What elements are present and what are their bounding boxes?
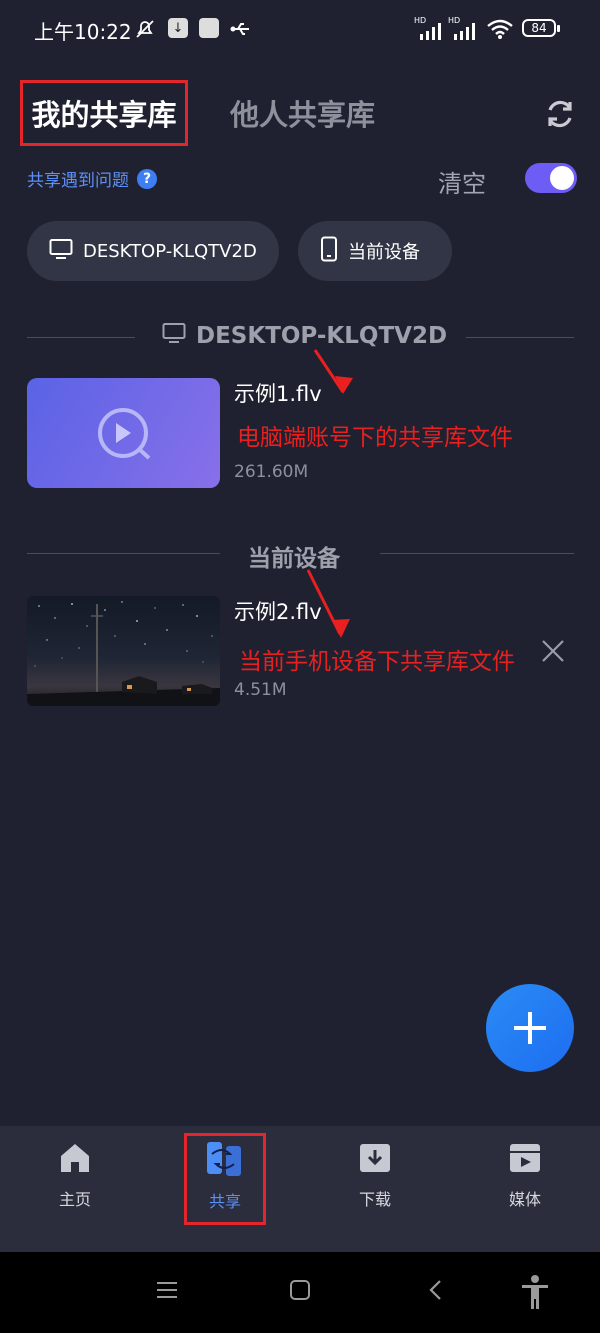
close-icon[interactable] bbox=[538, 636, 568, 666]
refresh-icon[interactable] bbox=[540, 94, 580, 134]
back-icon[interactable] bbox=[428, 1278, 444, 1308]
video-thumbnail-1[interactable] bbox=[27, 378, 220, 488]
section-title-desktop-label: DESKTOP-KLQTV2D bbox=[196, 323, 448, 349]
accessibility-icon[interactable] bbox=[520, 1274, 550, 1317]
tab-my-shared-library[interactable]: 我的共享库 bbox=[20, 80, 188, 146]
device-chip-current[interactable]: 当前设备 bbox=[298, 221, 452, 281]
status-bar: 上午10:22 ↓ HD HD 84 bbox=[0, 0, 600, 60]
annotation-text: 当前手机设备下共享库文件 bbox=[239, 649, 515, 675]
annotation-arrow bbox=[298, 568, 358, 648]
nav-label-home: 主页 bbox=[58, 1190, 91, 1209]
help-link-label: 共享遇到问题 bbox=[27, 171, 129, 191]
mute-icon bbox=[134, 18, 156, 40]
plus-icon bbox=[514, 1012, 546, 1044]
clear-label: 清空 bbox=[438, 170, 486, 198]
nav-label-media: 媒体 bbox=[508, 1190, 541, 1209]
nav-item-share[interactable]: 共享 bbox=[175, 1140, 275, 1212]
nav-label-share: 共享 bbox=[208, 1192, 241, 1211]
media-icon bbox=[507, 1140, 543, 1180]
app-notification-icon bbox=[199, 18, 219, 38]
file-size: 261.60M bbox=[234, 462, 309, 482]
nav-item-media[interactable]: 媒体 bbox=[475, 1140, 575, 1210]
wifi-icon bbox=[486, 18, 514, 44]
device-chip-desktop-label: DESKTOP-KLQTV2D bbox=[83, 240, 257, 262]
signal-icon-1 bbox=[418, 22, 444, 44]
signal-icon-2 bbox=[452, 22, 478, 44]
help-link[interactable]: 共享遇到问题 ? bbox=[27, 166, 157, 191]
video-thumbnail-2[interactable] bbox=[27, 596, 220, 706]
menu-icon[interactable] bbox=[156, 1278, 178, 1308]
monitor-icon bbox=[162, 322, 186, 350]
home-square-icon[interactable] bbox=[289, 1278, 311, 1308]
usb-icon bbox=[229, 18, 251, 40]
file-size: 4.51M bbox=[234, 680, 287, 700]
download-notification-icon: ↓ bbox=[168, 18, 188, 38]
help-icon: ? bbox=[137, 168, 157, 189]
tab-others-shared-library[interactable]: 他人共享库 bbox=[230, 92, 375, 134]
phone-icon bbox=[320, 236, 338, 267]
section-title-desktop: DESKTOP-KLQTV2D bbox=[162, 322, 447, 350]
battery-indicator: 84 bbox=[522, 19, 560, 37]
divider bbox=[27, 337, 135, 338]
share-icon bbox=[204, 1140, 246, 1182]
download-icon bbox=[357, 1140, 393, 1180]
home-icon bbox=[57, 1140, 93, 1180]
divider bbox=[27, 553, 220, 554]
annotation-arrow bbox=[305, 348, 365, 404]
monitor-icon bbox=[49, 238, 73, 265]
divider bbox=[466, 337, 574, 338]
device-chip-current-label: 当前设备 bbox=[348, 242, 420, 263]
toggle-knob bbox=[550, 166, 574, 190]
nav-item-home[interactable]: 主页 bbox=[25, 1140, 125, 1210]
add-button[interactable] bbox=[486, 984, 574, 1072]
divider bbox=[380, 553, 574, 554]
nav-item-download[interactable]: 下载 bbox=[325, 1140, 425, 1210]
annotation-text: 电脑端账号下的共享库文件 bbox=[237, 425, 513, 451]
clear-toggle[interactable] bbox=[525, 163, 577, 193]
video-play-icon bbox=[98, 408, 151, 460]
device-chip-desktop[interactable]: DESKTOP-KLQTV2D bbox=[27, 221, 279, 281]
status-time: 上午10:22 bbox=[34, 20, 132, 44]
nav-label-download: 下载 bbox=[358, 1190, 391, 1209]
